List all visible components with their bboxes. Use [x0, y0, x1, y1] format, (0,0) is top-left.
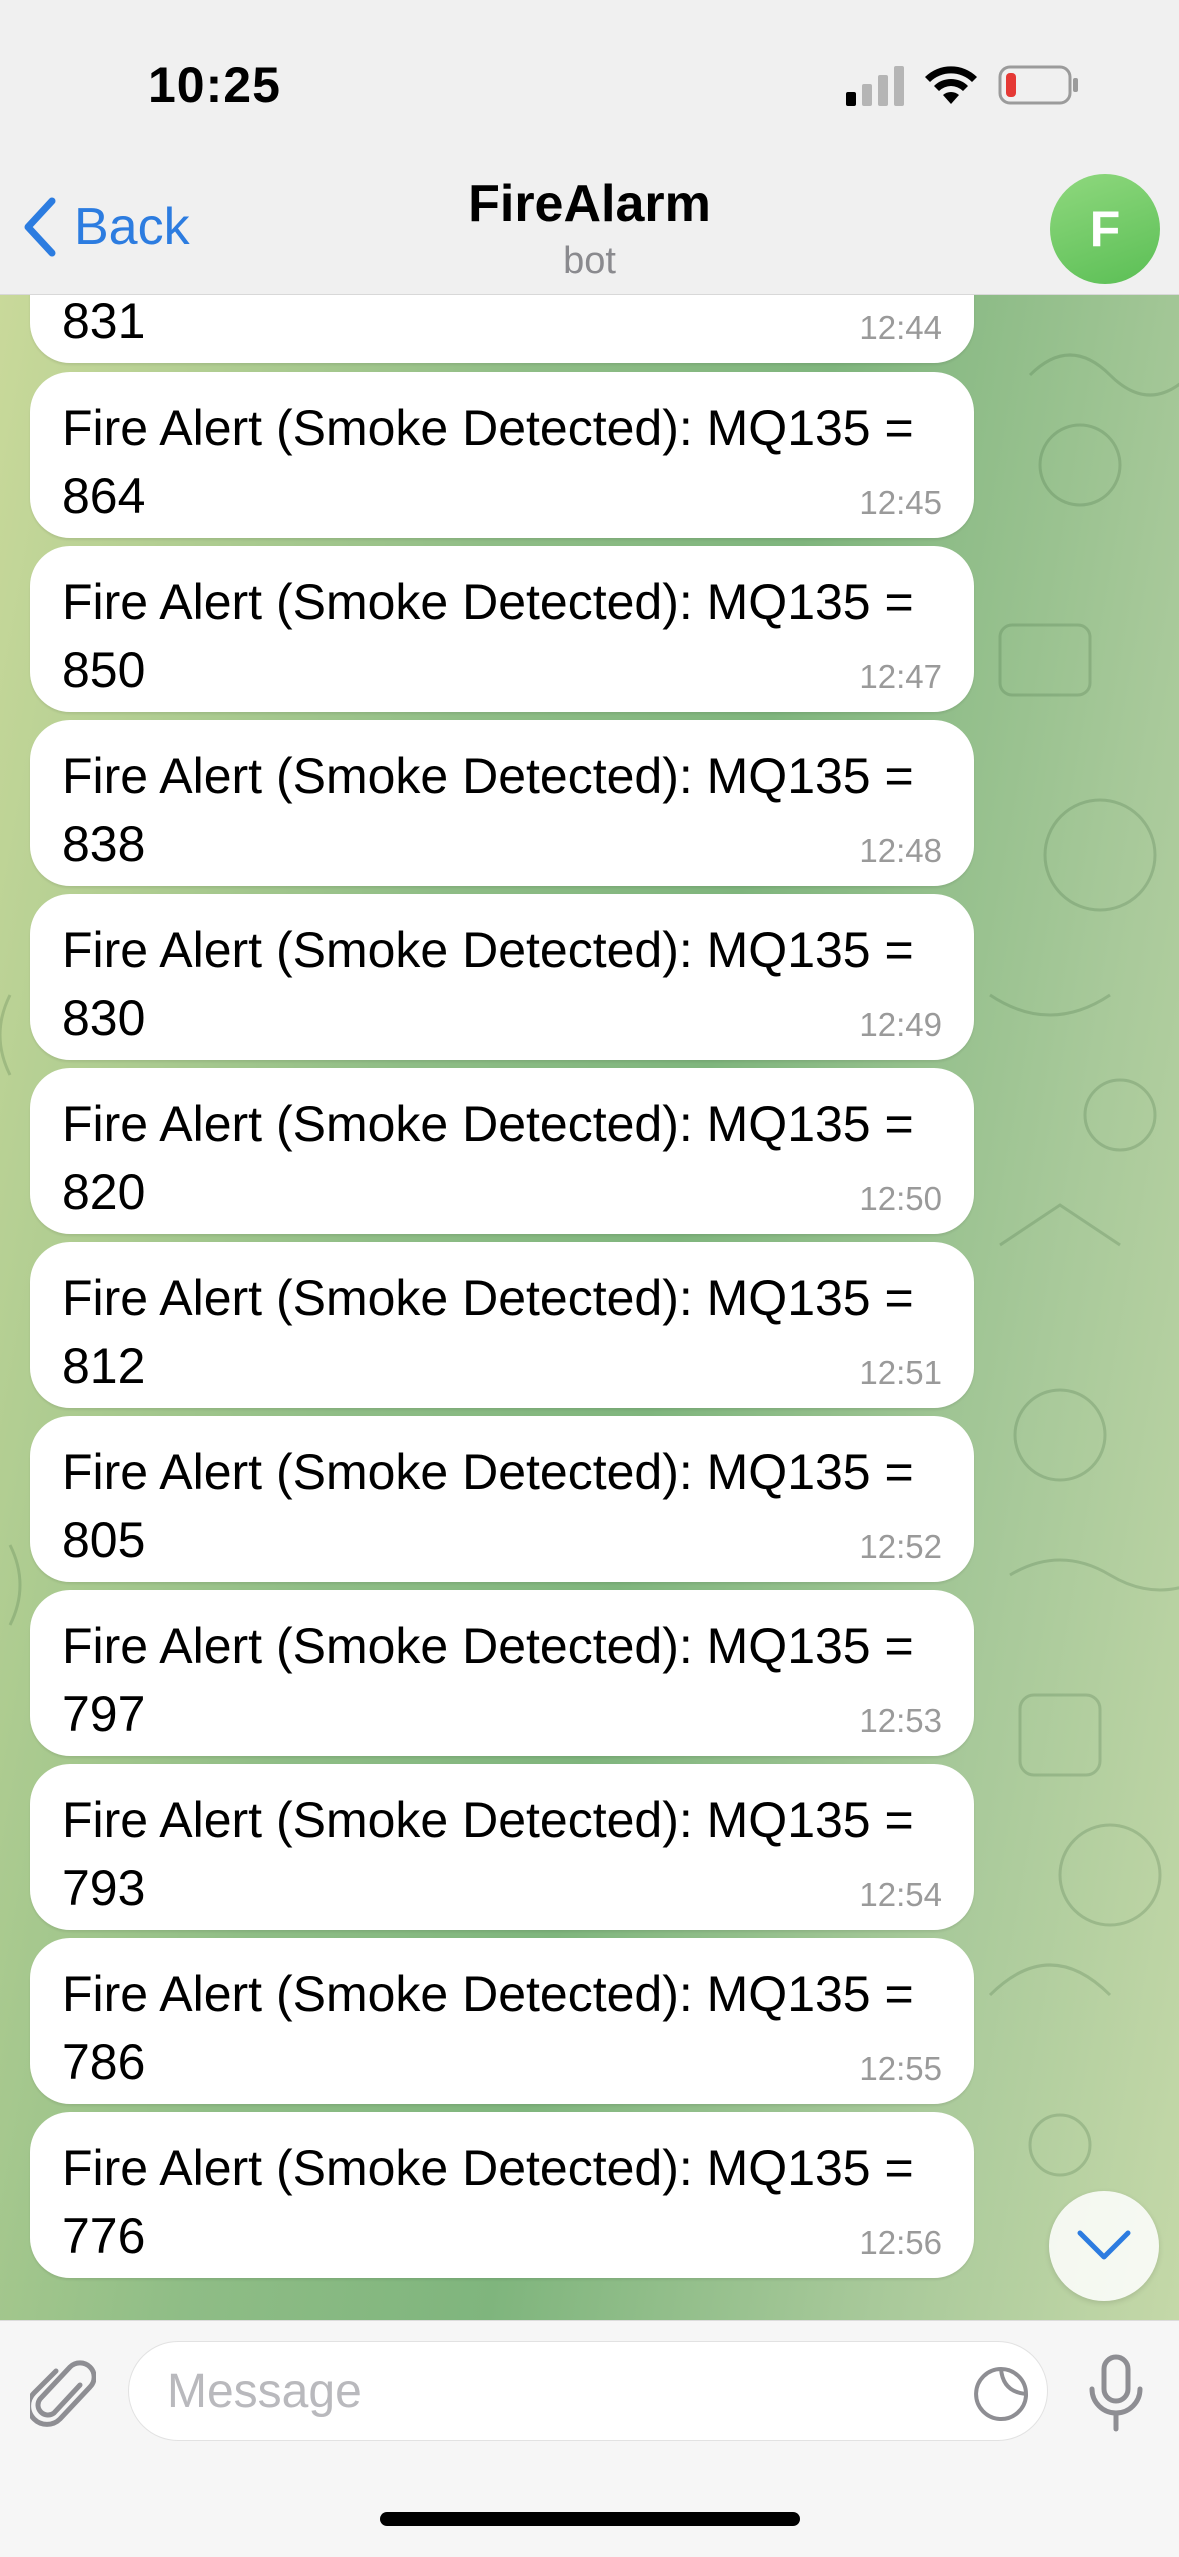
message-bubble[interactable]: Fire Alert (Smoke Detected): MQ135 = 864… — [30, 372, 974, 538]
message-bubble[interactable]: Fire Alert (Smoke Detected): MQ135 = 830… — [30, 894, 974, 1060]
message-bubble[interactable]: Fire Alert (Smoke Detected): MQ135 = 812… — [30, 1242, 974, 1408]
message-bubble[interactable]: Fire Alert (Smoke Detected): MQ135 = 776… — [30, 2112, 974, 2278]
message-time: 12:52 — [859, 1528, 942, 1565]
message-time: 12:55 — [859, 2050, 942, 2087]
cellular-signal-icon — [846, 66, 904, 106]
message-text: Fire Alert (Smoke Detected): MQ135 = 786 — [62, 1966, 914, 2090]
message-text: Fire Alert (Smoke Detected): MQ135 = 850 — [62, 574, 914, 698]
battery-icon — [998, 65, 1078, 105]
message-bubble[interactable]: Fire Alert (Smoke Detected): MQ135 = 786… — [30, 1938, 974, 2104]
chat-title: FireAlarm — [468, 175, 711, 233]
chat-title-block[interactable]: FireAlarm bot — [0, 174, 1179, 283]
avatar[interactable]: F — [1050, 174, 1160, 284]
message-bubble[interactable]: Fire Alert (Smoke Detected): MQ135 = 850… — [30, 546, 974, 712]
scroll-to-bottom-button[interactable] — [1049, 2191, 1159, 2301]
status-time: 10:25 — [148, 57, 281, 113]
chat-area[interactable]: Fire Alert (Smoke Detected): MQ135 = 831… — [0, 295, 1179, 2320]
sticker-icon[interactable] — [971, 2364, 1031, 2424]
message-time: 12:49 — [859, 1006, 942, 1043]
message-field[interactable] — [128, 2341, 1048, 2441]
message-input[interactable] — [165, 2360, 929, 2422]
message-text: Fire Alert (Smoke Detected): MQ135 = 820 — [62, 1096, 914, 1220]
wifi-icon — [925, 66, 977, 104]
message-bubble[interactable]: Fire Alert (Smoke Detected): MQ135 = 805… — [30, 1416, 974, 1582]
message-text: Fire Alert (Smoke Detected): MQ135 = 805 — [62, 1444, 914, 1568]
message-time: 12:44 — [859, 309, 942, 346]
message-text: Fire Alert (Smoke Detected): MQ135 = 864 — [62, 400, 914, 524]
paperclip-icon[interactable] — [30, 2357, 96, 2431]
chevron-down-icon — [1077, 2230, 1131, 2260]
message-bubble[interactable]: Fire Alert (Smoke Detected): MQ135 = 831… — [30, 295, 974, 363]
message-bubble[interactable]: Fire Alert (Smoke Detected): MQ135 = 797… — [30, 1590, 974, 1756]
message-time: 12:48 — [859, 832, 942, 869]
message-time: 12:53 — [859, 1702, 942, 1739]
chat-header: Back FireAlarm bot F — [0, 160, 1179, 295]
message-time: 12:51 — [859, 1354, 942, 1391]
message-bubble[interactable]: Fire Alert (Smoke Detected): MQ135 = 820… — [30, 1068, 974, 1234]
message-time: 12:45 — [859, 484, 942, 521]
message-text: Fire Alert (Smoke Detected): MQ135 = 838 — [62, 748, 914, 872]
home-indicator[interactable] — [380, 2512, 800, 2526]
status-bar: 10:25 — [0, 0, 1179, 160]
message-time: 12:50 — [859, 1180, 942, 1217]
message-text: Fire Alert (Smoke Detected): MQ135 = 812 — [62, 1270, 914, 1394]
message-time: 12:54 — [859, 1876, 942, 1913]
message-time: 12:56 — [859, 2224, 942, 2261]
microphone-icon[interactable] — [1084, 2353, 1148, 2433]
message-bubble[interactable]: Fire Alert (Smoke Detected): MQ135 = 793… — [30, 1764, 974, 1930]
chat-subtitle: bot — [563, 240, 616, 282]
message-time: 12:47 — [859, 658, 942, 695]
message-bubble[interactable]: Fire Alert (Smoke Detected): MQ135 = 838… — [30, 720, 974, 886]
message-text: Fire Alert (Smoke Detected): MQ135 = 797 — [62, 1618, 914, 1742]
message-text: Fire Alert (Smoke Detected): MQ135 = 793 — [62, 1792, 914, 1916]
message-text: Fire Alert (Smoke Detected): MQ135 = 776 — [62, 2140, 914, 2264]
message-text: Fire Alert (Smoke Detected): MQ135 = 831 — [62, 295, 146, 349]
message-text: Fire Alert (Smoke Detected): MQ135 = 830 — [62, 922, 914, 1046]
